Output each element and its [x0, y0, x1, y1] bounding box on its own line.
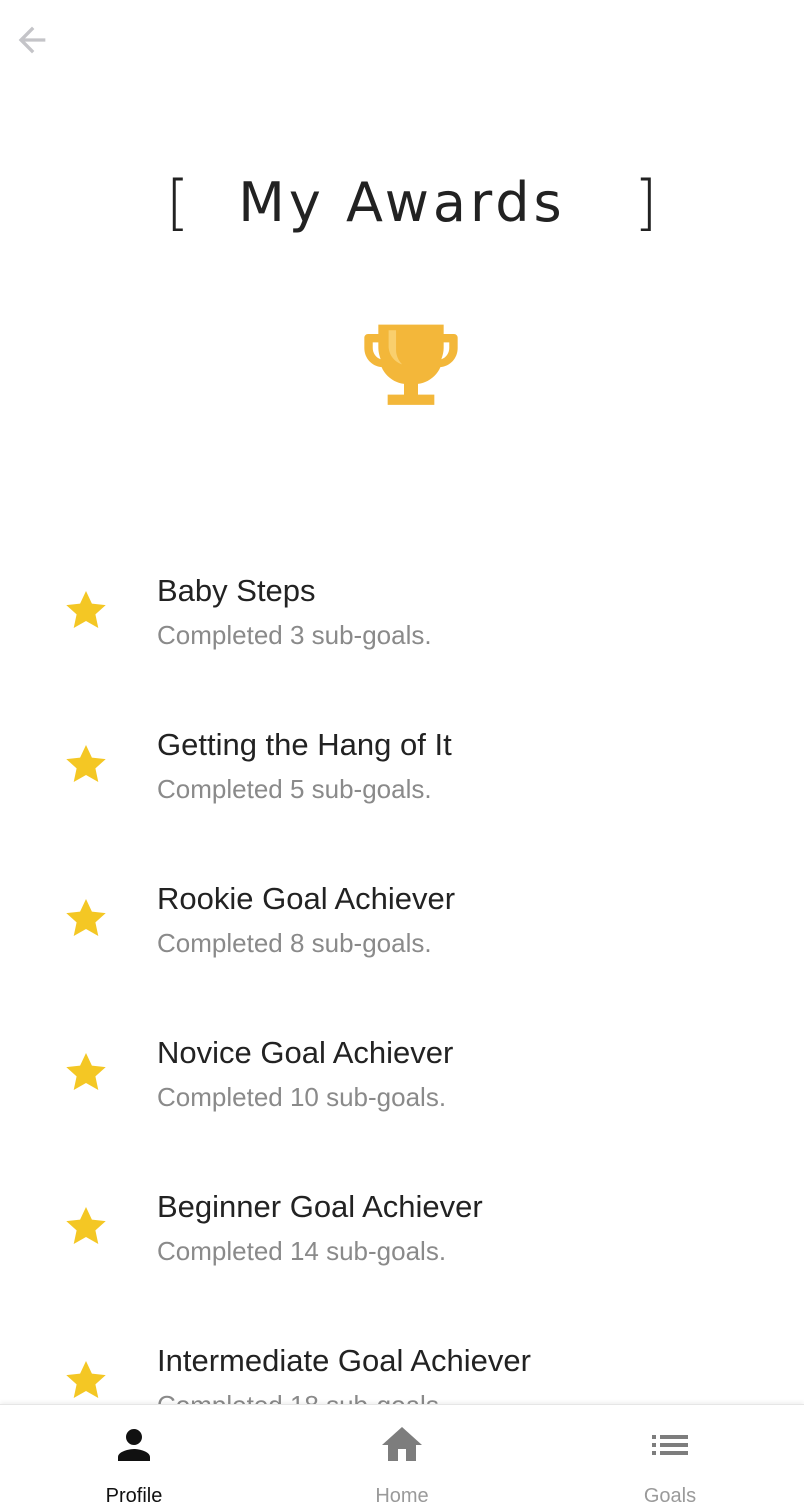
award-item[interactable]: Rookie Goal Achiever Completed 8 sub-goa…: [0, 848, 804, 1002]
award-description: Completed 10 sub-goals.: [157, 1082, 447, 1112]
award-description: Completed 14 sub-goals.: [157, 1236, 447, 1266]
award-title: Intermediate Goal Achiever: [157, 1343, 531, 1378]
award-item[interactable]: Beginner Goal Achiever Completed 14 sub-…: [0, 1156, 804, 1310]
award-title: Beginner Goal Achiever: [157, 1189, 483, 1224]
award-description: Completed 8 sub-goals.: [157, 928, 432, 958]
nav-item-home[interactable]: Home: [268, 1405, 536, 1511]
award-title: Baby Steps: [157, 573, 316, 608]
awards-screen: [ My Awards ] Baby Steps Completed 3 sub…: [0, 0, 804, 1511]
home-icon: [382, 1427, 422, 1461]
awards-list: Baby Steps Completed 3 sub-goals. Gettin…: [0, 540, 804, 1464]
award-item[interactable]: Baby Steps Completed 3 sub-goals.: [0, 540, 804, 694]
star-icon: [66, 1053, 106, 1090]
nav-label-goals: Goals: [643, 1485, 697, 1507]
title-bracket-right: ]: [634, 168, 658, 238]
star-icon: [66, 899, 106, 936]
page-title: My Awards: [238, 171, 566, 234]
star-icon: [66, 745, 106, 782]
bottom-navigation: Profile Home Goals: [0, 1404, 804, 1511]
person-icon: [118, 1429, 150, 1461]
nav-label-profile: Profile: [105, 1485, 163, 1507]
nav-label-home: Home: [375, 1485, 429, 1507]
back-button[interactable]: [10, 18, 54, 62]
award-item[interactable]: Getting the Hang of It Completed 5 sub-g…: [0, 694, 804, 848]
award-title: Novice Goal Achiever: [157, 1035, 454, 1070]
star-icon: [66, 591, 106, 628]
award-description: Completed 5 sub-goals.: [157, 774, 432, 804]
star-icon: [66, 1361, 106, 1398]
nav-item-goals[interactable]: Goals: [536, 1405, 804, 1511]
title-row: [ My Awards ]: [0, 165, 804, 245]
star-icon: [66, 1207, 106, 1244]
award-description: Completed 3 sub-goals.: [157, 620, 432, 650]
award-title: Rookie Goal Achiever: [157, 881, 456, 916]
list-icon: [652, 1435, 688, 1455]
arrow-left-icon: [18, 26, 46, 54]
award-title: Getting the Hang of It: [157, 727, 452, 762]
trophy-icon: [364, 324, 458, 405]
nav-item-profile[interactable]: Profile: [0, 1405, 268, 1511]
award-item[interactable]: Novice Goal Achiever Completed 10 sub-go…: [0, 1002, 804, 1156]
